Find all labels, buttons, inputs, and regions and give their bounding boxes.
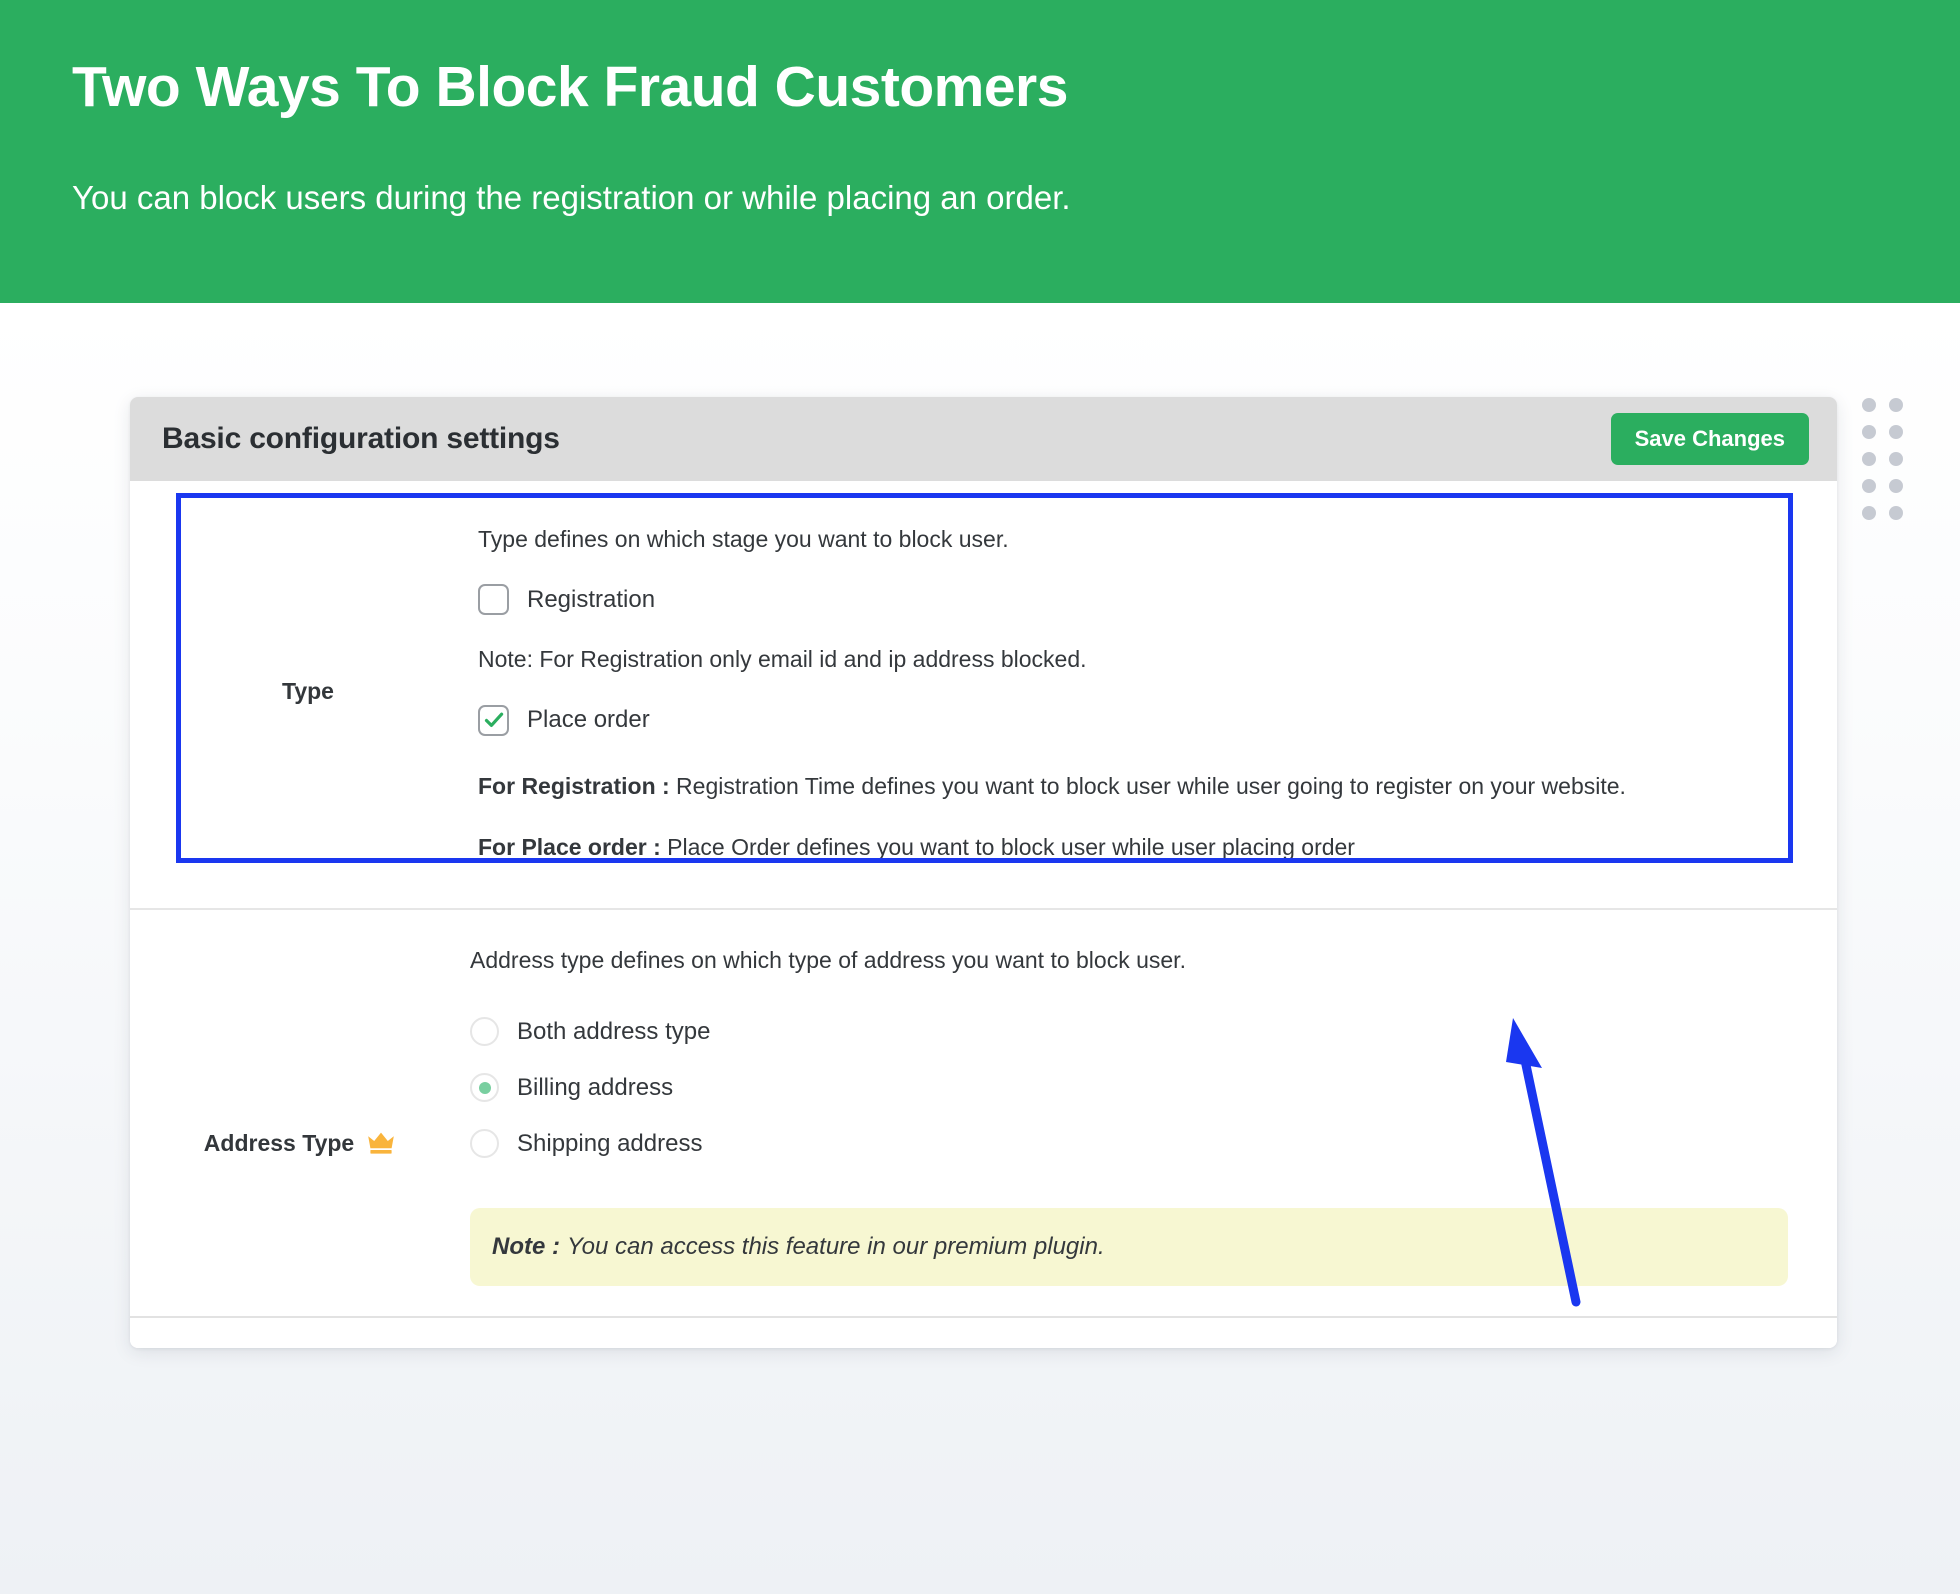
- radio-shipping-address[interactable]: Shipping address: [470, 1116, 1827, 1172]
- address-type-row-content: Address type defines on which type of ad…: [470, 910, 1837, 1315]
- page-title: Two Ways To Block Fraud Customers: [72, 55, 1068, 119]
- premium-note-banner: Note : You can access this feature in ou…: [470, 1207, 1788, 1286]
- radio-shipping-address-label[interactable]: Shipping address: [517, 1130, 702, 1158]
- radio-both-address-type[interactable]: Both address type: [470, 1004, 1827, 1060]
- checkbox-registration-label[interactable]: Registration: [527, 586, 655, 614]
- radio-shipping-address-circle[interactable]: [470, 1129, 499, 1159]
- card-title: Basic configuration settings: [162, 422, 560, 455]
- type-row-content: Type defines on which stage you want to …: [478, 489, 1809, 894]
- grid-dot: [1889, 398, 1903, 412]
- setting-row-type: Type Type defines on which stage you wan…: [130, 481, 1837, 908]
- grid-dot: [1889, 506, 1903, 520]
- grid-dot: [1862, 398, 1876, 412]
- type-registration-note: Note: For Registration only email id and…: [478, 646, 1087, 673]
- address-type-description: Address type defines on which type of ad…: [470, 947, 1186, 974]
- save-changes-button[interactable]: Save Changes: [1610, 413, 1809, 465]
- premium-note-text: You can access this feature in our premi…: [567, 1232, 1105, 1260]
- grid-dot: [1862, 506, 1876, 520]
- checkbox-place-order-box[interactable]: [478, 704, 509, 736]
- radio-both-address-type-circle[interactable]: [470, 1017, 499, 1047]
- address-type-radio-group: Both address type Billing address Shippi…: [470, 1004, 1827, 1172]
- crown-icon: [366, 1130, 396, 1156]
- premium-note-strong: Note :: [492, 1232, 560, 1260]
- radio-billing-address[interactable]: Billing address: [470, 1060, 1827, 1116]
- checkbox-place-order-label[interactable]: Place order: [527, 706, 650, 734]
- hero-banner: Two Ways To Block Fraud Customers You ca…: [0, 0, 1960, 303]
- card-header: Basic configuration settings Save Change…: [130, 397, 1837, 481]
- setting-row-address-type: Address Type Address type defines on whi…: [130, 910, 1837, 1315]
- type-help-placeorder-text: Place Order defines you want to block us…: [660, 834, 1355, 861]
- card-footer: [130, 1315, 1837, 1348]
- grid-dot: [1862, 425, 1876, 439]
- type-help-placeorder: For Place order : Place Order defines yo…: [478, 831, 1799, 864]
- grid-dot: [1862, 452, 1876, 466]
- grid-dot: [1889, 452, 1903, 466]
- checkbox-registration[interactable]: Registration: [478, 584, 1799, 616]
- page-subtitle: You can block users during the registrat…: [72, 179, 1071, 216]
- radio-billing-address-label[interactable]: Billing address: [517, 1074, 673, 1102]
- radio-both-address-type-label[interactable]: Both address type: [517, 1018, 710, 1046]
- address-type-label-text: Address Type: [203, 1129, 355, 1156]
- type-help-registration: For Registration : Registration Time def…: [478, 770, 1799, 803]
- checkbox-registration-box[interactable]: [478, 584, 509, 616]
- type-help-registration-strong: For Registration :: [478, 772, 670, 799]
- grid-dot: [1889, 479, 1903, 493]
- dot-grid-decoration: [1862, 398, 1932, 538]
- radio-billing-address-circle[interactable]: [470, 1073, 499, 1103]
- address-type-row-label: Address Type: [130, 910, 470, 1315]
- type-help-registration-text: Registration Time defines you want to bl…: [669, 772, 1626, 799]
- type-help-placeorder-strong: For Place order :: [478, 834, 661, 861]
- checkmark-icon: [484, 712, 503, 728]
- type-row-label: Type: [282, 678, 334, 705]
- type-description: Type defines on which stage you want to …: [478, 526, 1009, 552]
- grid-dot: [1862, 479, 1876, 493]
- grid-dot: [1889, 425, 1903, 439]
- checkbox-place-order[interactable]: Place order: [478, 704, 1799, 736]
- settings-card: Basic configuration settings Save Change…: [130, 397, 1837, 1348]
